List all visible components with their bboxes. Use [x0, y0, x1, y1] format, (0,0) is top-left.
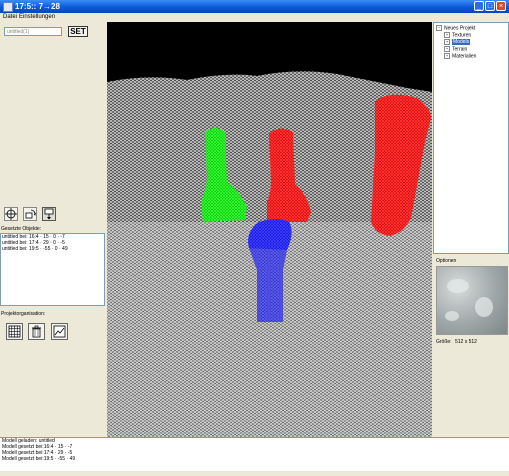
collapse-icon[interactable]: −: [436, 25, 442, 31]
list-item[interactable]: untitled bei: 19:5 · -55 · 0 · 49: [1, 246, 104, 252]
options-title: Optionen: [436, 258, 457, 264]
left-panel: untitled(1) SET Gesetzte Objekte: untitl…: [0, 22, 106, 437]
maximize-button[interactable]: □: [485, 1, 495, 11]
options-panel: Optionen Größe: 512 x 512: [433, 258, 509, 437]
app-icon: [3, 2, 13, 12]
expand-icon[interactable]: +: [444, 53, 450, 59]
right-panel: − Neues Projekt + Texturen + Models + Terrai…: [433, 22, 509, 437]
tree-item-terrain[interactable]: + Terrain: [444, 46, 467, 52]
tree-root[interactable]: − Neues Projekt: [436, 25, 475, 31]
placed-objects-label: Gesetzte Objekte:: [1, 226, 42, 232]
trash-icon[interactable]: [28, 323, 45, 340]
texture-preview: [436, 266, 508, 335]
menu-einstellungen[interactable]: Einstellungen: [19, 14, 55, 20]
expand-icon[interactable]: +: [444, 46, 450, 52]
size-label: Größe:: [436, 339, 452, 345]
status-bar: [0, 471, 509, 476]
tree-root-label: Neues Projekt: [444, 25, 476, 32]
place-object-icon[interactable]: [42, 207, 56, 221]
3d-viewport[interactable]: [107, 22, 432, 437]
tree-item-texturen[interactable]: + Texturen: [444, 32, 471, 38]
tree-item-label: Terrain: [452, 46, 468, 53]
tree-item-label: Texturen: [452, 32, 472, 39]
expand-icon[interactable]: +: [444, 32, 450, 38]
log-output: Modell geladen: untitled Modell gesetzt …: [0, 437, 509, 471]
grid-icon[interactable]: [6, 323, 23, 340]
minimize-button[interactable]: _: [474, 1, 484, 11]
tree-item-materialien[interactable]: + Materialien: [444, 53, 476, 59]
title-bar: 17:5:: 7→28 _ □ ×: [0, 0, 509, 13]
placed-objects-list[interactable]: untitled bei: 16:4 · 15 · 0 · -7 untitle…: [0, 233, 105, 306]
tree-item-label: Materialien: [452, 53, 477, 60]
tree-item-models[interactable]: + Models: [444, 39, 471, 46]
log-line: Modell gesetzt bei:19:5 · -55 · 49: [2, 456, 76, 462]
expand-icon[interactable]: +: [444, 39, 450, 45]
size-value: 512 x 512: [455, 339, 477, 345]
rotate-object-icon[interactable]: [23, 207, 37, 221]
window-title: 17:5:: 7→28: [15, 2, 60, 11]
project-tree[interactable]: − Neues Projekt + Texturen + Models + Terrai…: [433, 22, 509, 254]
close-button[interactable]: ×: [496, 1, 506, 11]
graph-icon[interactable]: [51, 323, 68, 340]
tree-item-label: Models: [452, 39, 471, 46]
object-name-input[interactable]: untitled(1): [4, 27, 62, 36]
project-org-label: Projektorganisation:: [1, 311, 46, 317]
menu-datei[interactable]: Datei: [3, 14, 17, 20]
move-crosshair-icon[interactable]: [4, 207, 18, 221]
set-button[interactable]: SET: [68, 26, 88, 37]
menu-bar: Datei Einstellungen: [0, 13, 509, 22]
terrain-wireframe[interactable]: [107, 22, 432, 437]
